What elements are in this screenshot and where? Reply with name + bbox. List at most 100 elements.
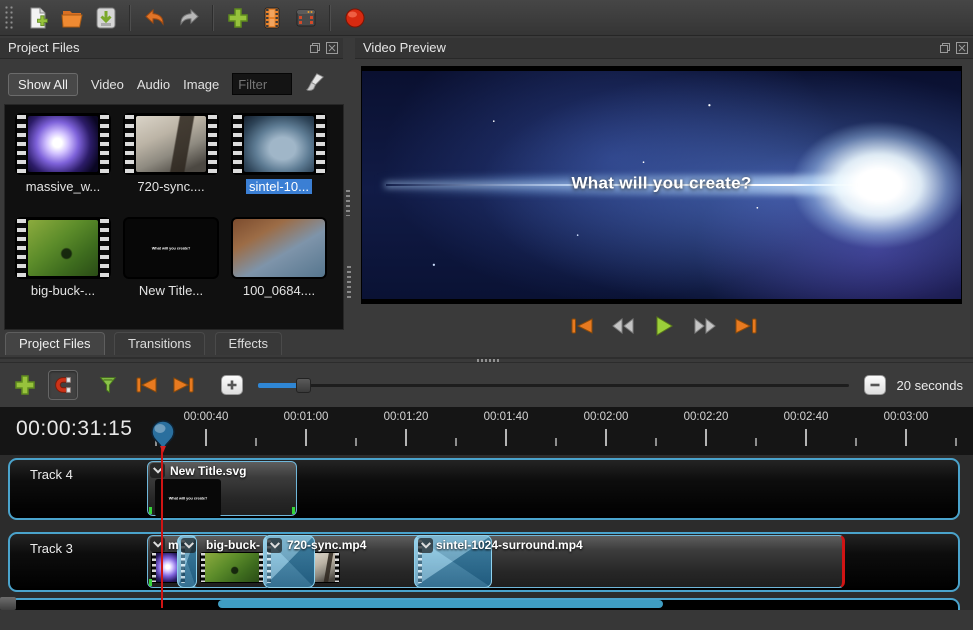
file-card[interactable]: 720-sync.... bbox=[117, 111, 225, 215]
undo-button[interactable] bbox=[140, 3, 169, 32]
file-thumbnail[interactable] bbox=[15, 217, 111, 279]
redo-button[interactable] bbox=[174, 3, 203, 32]
video-title-text: What will you create? bbox=[362, 173, 961, 193]
resize-handle-right[interactable] bbox=[292, 507, 295, 514]
timeline-clip[interactable]: New Title.svgWhat will you create? bbox=[147, 461, 297, 516]
file-grid: massive_w...720-sync....sintel-10... big-… bbox=[9, 111, 339, 319]
export-video-button[interactable] bbox=[340, 3, 369, 32]
zoom-out-button[interactable] bbox=[864, 375, 886, 395]
slider-track[interactable] bbox=[258, 384, 849, 387]
chevron-down-icon bbox=[183, 541, 195, 550]
filter-input[interactable] bbox=[232, 73, 292, 95]
file-thumbnail[interactable]: What will you create? bbox=[123, 217, 219, 279]
ruler-tick-label: 00:02:00 bbox=[566, 411, 646, 423]
open-project-button[interactable] bbox=[57, 3, 86, 32]
timeline-ruler[interactable]: 00:00:31:15 00:00:4000:01:0000:01:2000:0… bbox=[0, 407, 973, 455]
toolbar-separator bbox=[329, 5, 331, 31]
new-project-button[interactable] bbox=[23, 3, 52, 32]
clear-filter-brush-icon[interactable] bbox=[305, 72, 325, 97]
tab-effects[interactable]: Effects bbox=[215, 332, 283, 355]
main-toolbar bbox=[0, 0, 973, 36]
panel-splitter-handle[interactable] bbox=[346, 190, 350, 216]
track-row-3: Track 3 mbig-buck-720-sync.mp4sintel-102… bbox=[8, 532, 960, 592]
track-name: Track 4 bbox=[30, 467, 73, 482]
filter-show-all-button[interactable]: Show All bbox=[8, 73, 78, 96]
clip-thumbnail bbox=[200, 552, 264, 583]
timeline-zoom-slider[interactable] bbox=[258, 378, 849, 392]
ruler-tick-major bbox=[905, 429, 907, 446]
ruler-tick-label: 00:01:00 bbox=[266, 411, 346, 423]
record-circle-icon bbox=[343, 6, 367, 30]
filter-image-button[interactable]: Image bbox=[183, 77, 219, 92]
redo-icon bbox=[177, 6, 201, 30]
clip-label: sintel-1024-surround.mp4 bbox=[436, 538, 583, 552]
playhead-line[interactable] bbox=[161, 448, 163, 608]
title-thumb-text: What will you create? bbox=[169, 496, 208, 500]
file-thumbnail[interactable] bbox=[231, 113, 327, 175]
file-card[interactable]: big-buck-... bbox=[9, 215, 117, 319]
close-panel-icon[interactable] bbox=[956, 42, 968, 54]
transition-menu-chevron[interactable] bbox=[418, 538, 433, 553]
snapping-toggle-button[interactable] bbox=[48, 370, 78, 400]
file-card[interactable]: What will you create?New Title... bbox=[117, 215, 225, 319]
ruler-tick-major bbox=[305, 429, 307, 446]
file-card[interactable]: sintel-10... bbox=[225, 111, 333, 215]
next-marker-button[interactable] bbox=[169, 371, 198, 400]
slider-handle[interactable] bbox=[296, 378, 311, 393]
save-icon bbox=[94, 6, 118, 30]
toolbar-grip-handle[interactable] bbox=[4, 5, 15, 31]
transition-menu-chevron[interactable] bbox=[181, 538, 196, 553]
video-preview-panel: Video Preview What will you create? bbox=[355, 38, 973, 330]
sphere-thumbnail-image bbox=[28, 116, 98, 172]
arrow-to-start-icon bbox=[133, 373, 159, 397]
chevron-down-icon bbox=[269, 541, 281, 550]
resize-handle-left[interactable] bbox=[149, 507, 152, 514]
playhead-marker[interactable] bbox=[149, 420, 177, 459]
close-panel-icon[interactable] bbox=[326, 42, 338, 54]
save-project-button[interactable] bbox=[91, 3, 120, 32]
video-preview-frame[interactable]: What will you create? bbox=[361, 66, 962, 304]
float-panel-icon[interactable] bbox=[939, 42, 951, 54]
file-label: big-buck-... bbox=[9, 283, 117, 298]
razor-tool-button[interactable] bbox=[93, 371, 122, 400]
file-thumbnail[interactable] bbox=[15, 113, 111, 175]
file-card[interactable]: 100_0684.... bbox=[225, 215, 333, 319]
choose-profile-button[interactable] bbox=[257, 3, 286, 32]
undo-icon bbox=[143, 6, 167, 30]
current-time-display: 00:00:31:15 bbox=[16, 417, 132, 441]
add-track-button[interactable] bbox=[10, 371, 39, 400]
zoom-in-button[interactable] bbox=[221, 375, 243, 395]
timeline-clip[interactable]: big-buck- bbox=[191, 535, 271, 588]
panel-splitter-handle[interactable] bbox=[347, 266, 351, 300]
scrollbar-corner[interactable] bbox=[0, 597, 16, 610]
file-label-row: big-buck-... bbox=[9, 283, 117, 298]
transition-clip[interactable] bbox=[177, 535, 197, 588]
street-thumbnail-image bbox=[315, 553, 335, 582]
file-thumbnail[interactable] bbox=[231, 217, 327, 279]
file-thumbnail[interactable] bbox=[123, 113, 219, 175]
file-card[interactable]: massive_w... bbox=[9, 111, 117, 215]
ruler-tick-label: 00:01:40 bbox=[466, 411, 546, 423]
track-clips-container: m big-buck- 720-sync.mp4 sintel-1024-surrou… bbox=[10, 534, 958, 590]
import-files-button[interactable] bbox=[223, 3, 252, 32]
ruler-tick-major bbox=[505, 429, 507, 446]
fullscreen-button[interactable] bbox=[291, 3, 320, 32]
clip-label: m bbox=[168, 538, 179, 552]
resize-handle-left[interactable] bbox=[149, 579, 152, 586]
float-panel-icon[interactable] bbox=[309, 42, 321, 54]
title-thumbnail-image: What will you create? bbox=[125, 219, 217, 277]
file-label-row: sintel-10... bbox=[225, 175, 333, 196]
track-clips-container: New Title.svgWhat will you create? bbox=[10, 460, 958, 518]
clip-label: 720-sync.mp4 bbox=[287, 538, 366, 552]
previous-marker-button[interactable] bbox=[131, 371, 160, 400]
filter-audio-button[interactable]: Audio bbox=[137, 77, 170, 92]
ruler-tick-major bbox=[405, 429, 407, 446]
title-thumb-text: What will you create? bbox=[152, 246, 191, 250]
horizontal-scrollbar-thumb[interactable] bbox=[218, 600, 663, 608]
filter-video-button[interactable]: Video bbox=[91, 77, 124, 92]
tab-transitions[interactable]: Transitions bbox=[114, 332, 205, 355]
tab-project-files[interactable]: Project Files bbox=[5, 332, 105, 355]
plus-icon bbox=[226, 6, 250, 30]
toolbar-separator bbox=[129, 5, 131, 31]
transition-menu-chevron[interactable] bbox=[267, 538, 282, 553]
